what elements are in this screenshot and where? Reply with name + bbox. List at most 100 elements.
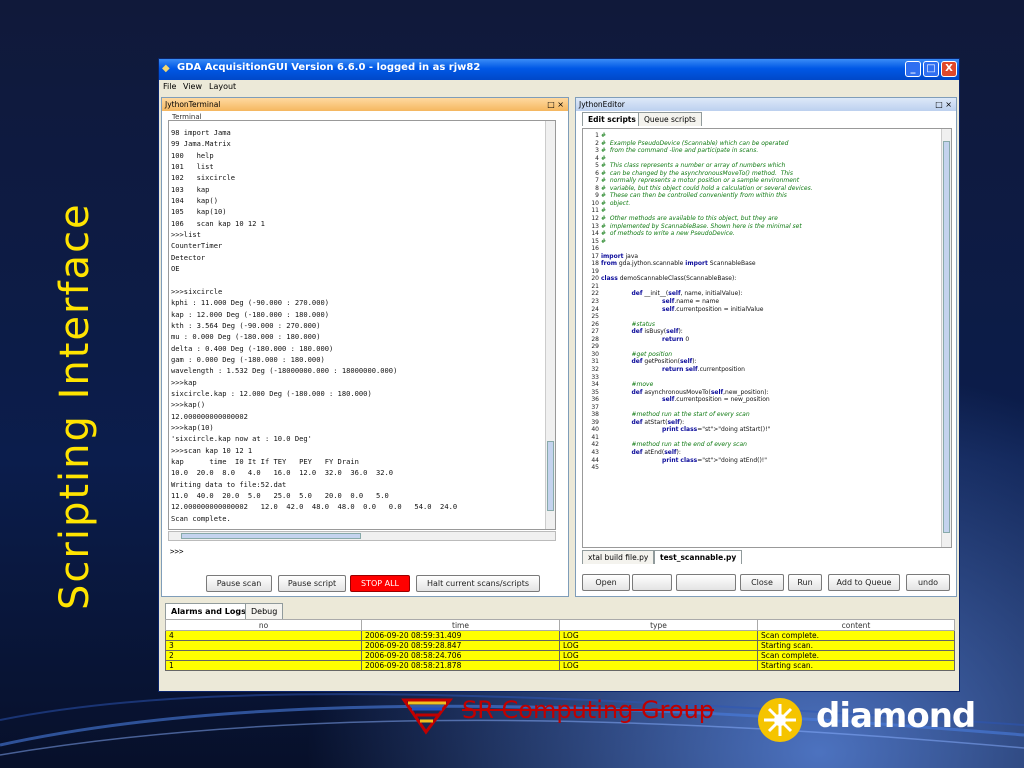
table-row[interactable]: 1 2006-09-20 08:58:21.878 LOG Starting s… bbox=[165, 660, 955, 671]
terminal-line: Scan complete. bbox=[171, 513, 231, 523]
code-line: 41 bbox=[585, 434, 813, 442]
code-text: print class="st">"doing atStart()!" bbox=[662, 426, 771, 434]
line-number: 29 bbox=[591, 343, 599, 351]
terminal-horizontal-scrollbar[interactable] bbox=[168, 531, 556, 541]
terminal-vertical-scrollbar[interactable] bbox=[545, 121, 555, 529]
line-number: 7 bbox=[595, 177, 599, 185]
code-text: from gda.jython.scannable import Scannab… bbox=[601, 260, 756, 268]
tab-debug[interactable]: Debug bbox=[245, 603, 284, 619]
halt-scans-button[interactable]: Halt current scans/scripts bbox=[416, 575, 540, 592]
scroll-thumb[interactable] bbox=[181, 533, 361, 539]
code-line: 42 #method run at the end of every scan bbox=[585, 441, 813, 449]
code-text: # can be changed by the asynchronousMove… bbox=[601, 169, 793, 177]
code-editor[interactable]: 1 #2 # Example PseudoDevice (Scannable) wh… bbox=[582, 128, 952, 548]
minimize-button[interactable]: _ bbox=[905, 61, 921, 77]
terminal-line: delta : 0.400 Deg (-180.000 : 180.000) bbox=[171, 343, 334, 353]
terminal-line: 99 Jama.Matrix bbox=[171, 139, 231, 149]
editor-vertical-scrollbar[interactable] bbox=[941, 129, 951, 547]
close-file-button[interactable]: Close bbox=[740, 574, 784, 591]
sr-logo-text: SR Computing Group bbox=[462, 696, 715, 724]
code-line: 11 # bbox=[585, 207, 813, 215]
undo-button[interactable]: undo bbox=[906, 574, 950, 591]
alarms-panel: Alarms and Logs Debug no time type conte… bbox=[163, 601, 957, 689]
code-line: 43 def atEnd(self): bbox=[585, 449, 813, 457]
line-number: 36 bbox=[591, 396, 599, 404]
code-text: self.currentposition = initialValue bbox=[662, 305, 764, 313]
menu-file[interactable]: File bbox=[163, 82, 176, 91]
code-line: 30 #get position bbox=[585, 351, 813, 359]
terminal-input[interactable]: >>> bbox=[168, 545, 556, 559]
panel-maximize-close-icons[interactable]: □ × bbox=[935, 98, 952, 111]
tab-queue-scripts[interactable]: Queue scripts bbox=[638, 112, 702, 126]
panel-maximize-close-icons[interactable]: □ × bbox=[547, 98, 564, 111]
blank-button-2[interactable] bbox=[676, 574, 736, 591]
terminal-line: sixcircle.kap : 12.000 Deg (-180.000 : 1… bbox=[171, 388, 372, 398]
column-header-type[interactable]: type bbox=[559, 619, 758, 631]
add-to-queue-button[interactable]: Add to Queue bbox=[828, 574, 900, 591]
run-button[interactable]: Run bbox=[788, 574, 822, 591]
line-number: 34 bbox=[591, 381, 599, 389]
code-line: 29 bbox=[585, 343, 813, 351]
editor-panel-title: JythonEditor bbox=[579, 100, 625, 109]
code-line: 13 # implemented by ScannableBase. Shown … bbox=[585, 223, 813, 231]
code-text: import java bbox=[601, 252, 639, 260]
slide-title: Scripting Interface bbox=[52, 202, 98, 610]
pause-scan-button[interactable]: Pause scan bbox=[206, 575, 272, 592]
scroll-thumb[interactable] bbox=[943, 141, 950, 533]
line-number: 26 bbox=[591, 320, 599, 328]
blank-button-1[interactable] bbox=[632, 574, 672, 591]
close-button[interactable]: X bbox=[941, 61, 957, 77]
line-number: 8 bbox=[595, 184, 599, 192]
terminal-line: 12.000000000000002 12.0 42.0 48.0 48.0 0… bbox=[171, 502, 458, 512]
code-line: 28 return 0 bbox=[585, 336, 813, 344]
cell-no: 4 bbox=[165, 630, 362, 641]
tab-alarms-and-logs[interactable]: Alarms and Logs bbox=[165, 603, 252, 619]
cell-content: Scan complete. bbox=[757, 650, 955, 661]
tab-edit-scripts[interactable]: Edit scripts bbox=[582, 112, 642, 126]
column-header-content[interactable]: content bbox=[757, 619, 955, 631]
code-line: 18 from gda.jython.scannable import Scann… bbox=[585, 260, 813, 268]
terminal-line: wavelength : 1.532 Deg (-18000000.000 : … bbox=[171, 366, 398, 376]
stop-all-button[interactable]: STOP ALL bbox=[350, 575, 410, 592]
column-header-time[interactable]: time bbox=[361, 619, 560, 631]
line-number: 1 bbox=[595, 132, 599, 139]
code-text: print class="st">"doing atEnd()!" bbox=[662, 456, 767, 464]
tab-file-test-scannable[interactable]: test_scannable.py bbox=[654, 550, 743, 564]
code-line: 27 def isBusy(self): bbox=[585, 328, 813, 336]
code-text: # normally represents a motor position o… bbox=[601, 177, 800, 185]
line-number: 4 bbox=[595, 154, 599, 162]
terminal-line: 10.0 20.0 8.0 4.0 16.0 12.0 32.0 36.0 32… bbox=[171, 468, 394, 478]
code-line: 33 bbox=[585, 374, 813, 382]
window-titlebar[interactable]: ◆ GDA AcquisitionGUI Version 6.6.0 - log… bbox=[159, 59, 959, 80]
code-text: # bbox=[601, 237, 607, 245]
menu-layout[interactable]: Layout bbox=[209, 82, 236, 91]
column-header-no[interactable]: no bbox=[165, 619, 362, 631]
line-number: 37 bbox=[591, 403, 599, 411]
line-number: 30 bbox=[591, 350, 599, 358]
app-window: ◆ GDA AcquisitionGUI Version 6.6.0 - log… bbox=[158, 58, 960, 692]
code-text: def asynchronousMoveTo(self,new_position… bbox=[631, 388, 769, 396]
cell-time: 2006-09-20 08:59:31.409 bbox=[361, 630, 560, 641]
table-row[interactable]: 4 2006-09-20 08:59:31.409 LOG Scan compl… bbox=[165, 630, 955, 641]
scroll-thumb[interactable] bbox=[547, 441, 554, 511]
line-number: 13 bbox=[591, 222, 599, 230]
line-number: 44 bbox=[591, 456, 599, 464]
tab-file-xtal-build[interactable]: xtal build file.py bbox=[582, 550, 655, 564]
menu-view[interactable]: View bbox=[183, 82, 202, 91]
cell-type: LOG bbox=[559, 640, 758, 651]
table-row[interactable]: 2 2006-09-20 08:58:24.706 LOG Scan compl… bbox=[165, 650, 955, 661]
table-row[interactable]: 3 2006-09-20 08:59:28.847 LOG Starting s… bbox=[165, 640, 955, 651]
diamond-star-icon bbox=[758, 698, 802, 742]
code-line: 7 # normally represents a motor position … bbox=[585, 177, 813, 185]
code-line: 2 # Example PseudoDevice (Scannable) whic… bbox=[585, 140, 813, 148]
code-line: 38 #method run at the start of every sca… bbox=[585, 411, 813, 419]
terminal-line: Writing data to file:52.dat bbox=[171, 479, 287, 489]
line-number: 24 bbox=[591, 305, 599, 313]
code-text: # Other methods are available to this ob… bbox=[601, 215, 778, 223]
open-button[interactable]: Open bbox=[582, 574, 630, 591]
terminal-line: 100 help bbox=[171, 150, 214, 160]
terminal-output[interactable]: 98 import Jama 99 Jama.Matrix 100 help 101 … bbox=[168, 120, 556, 530]
maximize-button[interactable]: □ bbox=[923, 61, 939, 77]
pause-script-button[interactable]: Pause script bbox=[278, 575, 346, 592]
